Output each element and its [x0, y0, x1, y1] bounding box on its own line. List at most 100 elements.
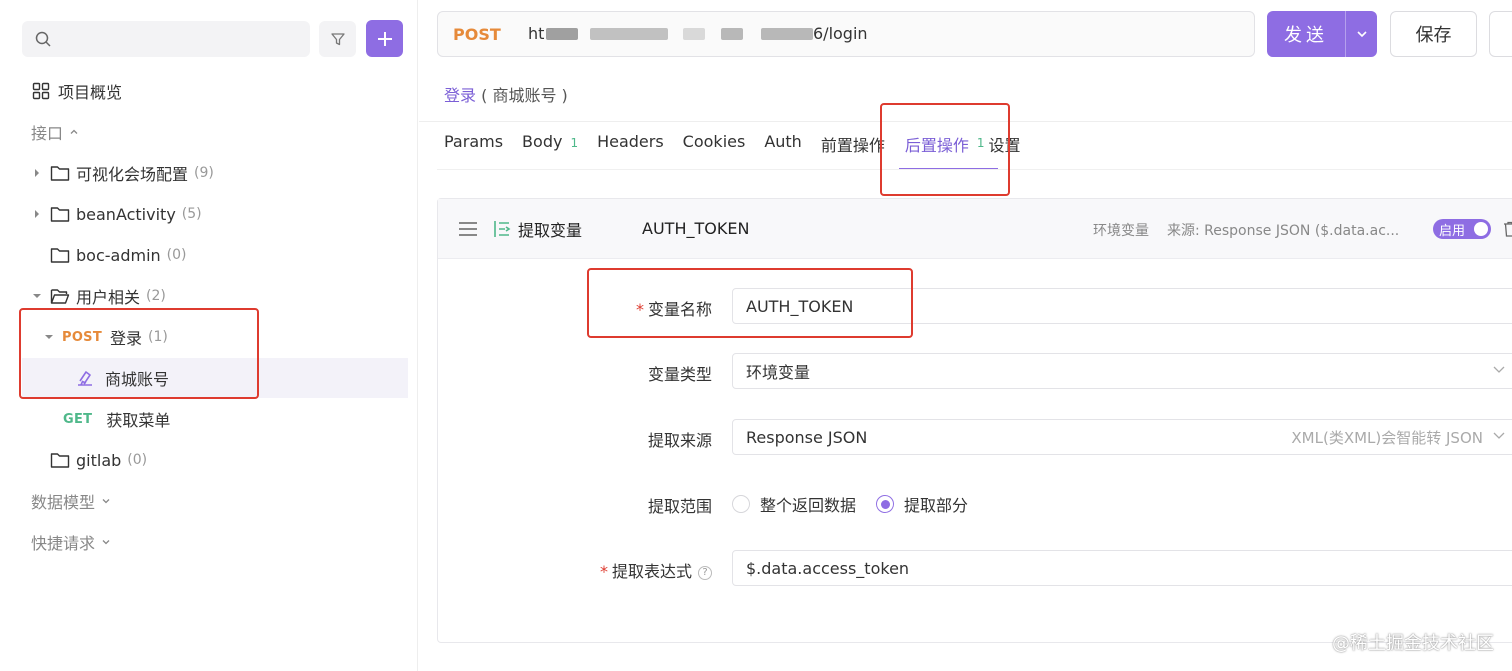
label-text: 变量名称 [647, 300, 712, 319]
extractor-source: 来源: Response JSON ($.data.ac... [1167, 223, 1400, 239]
chevron-up-icon [70, 129, 78, 134]
tree-item-label: 用户相关 [76, 288, 141, 307]
caret-down-icon [32, 291, 42, 301]
radio-partial-label[interactable]: 提取部分 [904, 492, 968, 516]
radio-whole[interactable] [732, 495, 750, 513]
label-var-name: * 变量名称 [636, 296, 712, 320]
folder-icon [50, 453, 70, 468]
add-button[interactable] [366, 20, 403, 57]
label-text: 变量类型 [647, 365, 712, 384]
folder-icon [50, 248, 70, 263]
tree-item-label: beanActivity [76, 204, 176, 224]
extractor-panel: 提取变量 AUTH_TOKEN 环境变量 来源: Response JSON ($… [437, 198, 1512, 643]
tab-label: Headers [597, 132, 664, 151]
toggle-knob [1474, 222, 1488, 236]
tree-case-mall-account[interactable]: 商城账号 [22, 358, 408, 398]
tab-params[interactable]: Params [444, 132, 503, 170]
tree-item-label: 可视化会场配置 [76, 165, 189, 184]
tab-cookies[interactable]: Cookies [683, 132, 746, 170]
tree-item-count: (5) [181, 206, 202, 222]
section-models-header[interactable]: 数据模型 [31, 481, 401, 521]
redacted-block [590, 28, 668, 40]
expression-field[interactable] [732, 550, 1512, 586]
tree-item-count: (9) [194, 165, 214, 181]
caret-right-icon [32, 168, 42, 178]
caret-down-icon [44, 332, 54, 342]
send-button[interactable]: 发送 [1267, 11, 1377, 57]
var-type-value: 环境变量 [746, 363, 811, 382]
tree-item-label: 商城账号 [105, 370, 170, 389]
label-text: 提取来源 [647, 431, 712, 450]
toggle-label: 启用 [1439, 223, 1466, 239]
enable-toggle[interactable]: 启用 [1433, 219, 1491, 239]
tab-auth[interactable]: Auth [764, 132, 802, 170]
radio-partial[interactable] [876, 495, 895, 513]
tree-item-label: 获取菜单 [106, 411, 171, 430]
send-label: 发送 [1284, 25, 1328, 46]
tree-folder-boc-admin[interactable]: boc-admin (0) [50, 235, 408, 275]
tree-api-login[interactable]: POST 登录 (1) [44, 317, 408, 357]
extractor-header[interactable]: 提取变量 AUTH_TOKEN 环境变量 来源: Response JSON ($… [438, 199, 1512, 259]
trash-icon[interactable] [1503, 221, 1512, 237]
label-range: 提取范围 [648, 493, 712, 517]
plus-icon [377, 31, 392, 46]
tab-label: 设置 [988, 136, 1021, 155]
tree-api-get-menu[interactable]: GET 获取菜单 [63, 399, 408, 439]
search-input[interactable] [62, 21, 302, 57]
tree-folder-visual-venue[interactable]: 可视化会场配置 (9) [32, 153, 408, 193]
required-mark: * [635, 300, 644, 319]
folder-open-icon [50, 289, 70, 304]
tree-folder-user[interactable]: 用户相关 (2) [32, 276, 408, 316]
url-method[interactable]: POST [453, 25, 528, 44]
help-icon[interactable]: ? [698, 565, 712, 580]
section-models-label: 数据模型 [31, 493, 96, 512]
tab-post-processors[interactable]: 后置操作 1 [898, 132, 999, 170]
tree-item-count: (0) [166, 247, 187, 263]
label-var-type: 变量类型 [648, 361, 712, 385]
source-select[interactable]: Response JSON XML(类XML)会智能转 JSON [732, 419, 1512, 455]
label-text: 提取表达式 [611, 562, 692, 581]
section-quick-label: 快捷请求 [31, 534, 96, 553]
method-badge-post: POST [62, 329, 103, 345]
section-api-header[interactable]: 接口 [31, 112, 401, 152]
var-name-field[interactable] [732, 288, 1512, 324]
tab-pre-processors[interactable]: 前置操作 [821, 132, 885, 170]
tree-item-label: boc-admin [76, 245, 161, 265]
save-button[interactable]: 保存 [1390, 11, 1477, 57]
search-box[interactable] [22, 21, 310, 57]
section-quick-header[interactable]: 快捷请求 [31, 522, 401, 562]
tab-label: Params [444, 132, 504, 151]
more-button[interactable] [1489, 11, 1512, 57]
method-badge-get: GET [63, 411, 93, 427]
tree-folder-gitlab[interactable]: gitlab (0) [50, 440, 408, 480]
var-name-input[interactable] [746, 296, 1446, 316]
tab-label: Body [522, 132, 563, 151]
send-dropdown[interactable] [1346, 30, 1377, 38]
filter-icon [330, 33, 345, 46]
section-api-label: 接口 [31, 124, 64, 143]
tree-folder-bean-activity[interactable]: beanActivity (5) [32, 194, 408, 234]
tree-item-count: (1) [148, 329, 168, 345]
tab-settings[interactable]: 设置 [988, 132, 1020, 170]
extractor-scope: 环境变量 [1093, 223, 1149, 239]
url-text[interactable]: ht 6/login [528, 24, 928, 44]
tree-item-count: (2) [146, 288, 166, 304]
redacted-block [721, 28, 743, 40]
extractor-meta: 环境变量 来源: Response JSON ($.data.ac... [1093, 220, 1399, 240]
range-radio-group: 整个返回数据 提取部分 [732, 492, 988, 516]
url-bar[interactable]: POST ht 6/login [437, 11, 1255, 57]
var-type-select[interactable]: 环境变量 [732, 353, 1512, 389]
extractor-title: 提取变量 [518, 220, 583, 240]
expression-input[interactable] [746, 558, 1446, 578]
drag-handle-icon[interactable] [459, 221, 477, 236]
filter-button[interactable] [319, 21, 356, 57]
tab-badge: 1 [976, 136, 985, 150]
tab-headers[interactable]: Headers [597, 132, 664, 170]
chevron-down-icon [1493, 366, 1505, 373]
source-value: Response JSON [746, 427, 868, 447]
radio-whole-label[interactable]: 整个返回数据 [760, 492, 856, 516]
project-overview[interactable]: 项目概览 [32, 71, 402, 111]
tab-body[interactable]: Body 1 [522, 132, 578, 170]
extract-variable-icon [494, 220, 511, 237]
breadcrumb-link[interactable]: 登录 [444, 86, 476, 105]
